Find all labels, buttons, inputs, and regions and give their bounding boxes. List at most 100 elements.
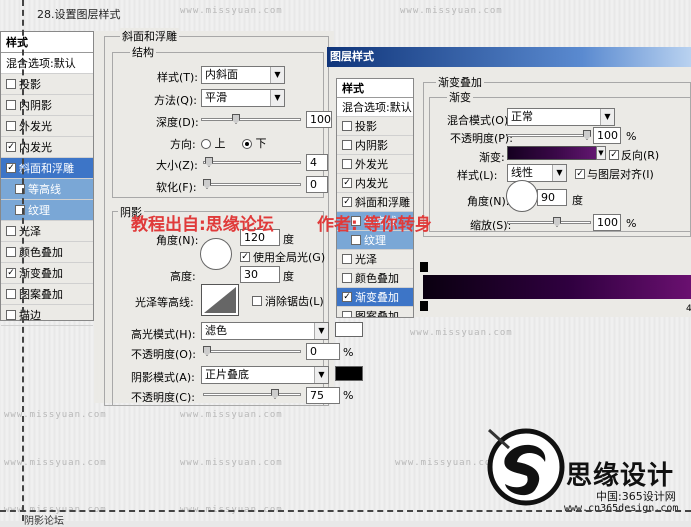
- dialog-styles-item[interactable]: 外发光: [337, 155, 413, 174]
- color-stop-icon[interactable]: [420, 262, 428, 272]
- checkbox-icon[interactable]: ✓: [6, 163, 16, 173]
- styles-list-item[interactable]: 图案叠加: [1, 284, 93, 305]
- angle-dial[interactable]: [200, 238, 232, 270]
- grad-scale-input[interactable]: 100: [593, 214, 621, 231]
- checkbox-icon[interactable]: ✓: [6, 268, 16, 278]
- depth-input[interactable]: 100: [306, 111, 332, 128]
- checkbox-icon[interactable]: [351, 235, 361, 245]
- grad-opacity-input[interactable]: 100: [593, 127, 621, 144]
- align-checkbox[interactable]: ✓ 与图层对齐(I): [575, 166, 654, 182]
- direction-down[interactable]: 下: [242, 135, 267, 151]
- grad-opacity-slider[interactable]: [507, 134, 591, 137]
- styles-list-item[interactable]: ✓ 渐变叠加: [1, 263, 93, 284]
- checkbox-icon[interactable]: [6, 100, 16, 110]
- style-label: 样式(T):: [157, 71, 199, 84]
- swirl-logo-icon: [487, 428, 565, 506]
- gradient-dropdown[interactable]: ▼: [596, 146, 606, 160]
- styles-list-item[interactable]: 内阴影: [1, 95, 93, 116]
- watermark: www.missyuan.com: [180, 458, 283, 468]
- bevel-style-select[interactable]: 内斜面 ▼: [201, 66, 285, 84]
- grad-scale-slider[interactable]: [507, 221, 591, 224]
- dialog-styles-item[interactable]: 投影: [337, 117, 413, 136]
- grad-blend-select[interactable]: 正常 ▼: [507, 108, 615, 126]
- shadow-opacity-slider[interactable]: [203, 393, 301, 396]
- opacity2-label: 不透明度(C):: [131, 391, 195, 404]
- styles-list-item[interactable]: 描边: [1, 305, 93, 326]
- dialog-styles-item[interactable]: ✓ 内发光: [337, 174, 413, 193]
- soften-input[interactable]: 0: [306, 176, 328, 193]
- depth-slider[interactable]: [201, 118, 301, 121]
- shadow-opacity-input[interactable]: 75: [306, 387, 340, 404]
- checkbox-icon[interactable]: [6, 79, 16, 89]
- color-stop-icon[interactable]: [420, 301, 428, 311]
- dashed-guide-vertical: [22, 0, 24, 521]
- checkbox-icon[interactable]: [6, 226, 16, 236]
- highlight-mode-select[interactable]: 滤色 ▼: [201, 322, 329, 340]
- gradient-editor-bar[interactable]: [423, 275, 691, 299]
- dialog-blend-options[interactable]: 混合选项:默认: [337, 98, 413, 117]
- grad-style-select[interactable]: 线性 ▼: [507, 164, 567, 182]
- styles-list-item[interactable]: 光泽: [1, 221, 93, 242]
- reverse-checkbox[interactable]: ✓ 反向(R): [609, 147, 659, 163]
- percent-sign: %: [626, 130, 637, 143]
- checkbox-icon[interactable]: [342, 254, 352, 264]
- gradient-picker[interactable]: [507, 146, 605, 160]
- styles-list-item[interactable]: 纹理: [1, 200, 93, 221]
- dialog-styles-item[interactable]: 颜色叠加: [337, 269, 413, 288]
- grad-angle-dial[interactable]: [506, 180, 538, 212]
- size-label: 大小(Z):: [156, 159, 198, 172]
- highlight-color-swatch[interactable]: [335, 322, 363, 337]
- checkbox-icon[interactable]: [6, 121, 16, 131]
- size-input[interactable]: 4: [306, 154, 328, 171]
- checkbox-icon[interactable]: [252, 296, 262, 306]
- grad-angle-input[interactable]: 90: [537, 189, 567, 206]
- radio-up[interactable]: [201, 139, 211, 149]
- dialog-styles-item[interactable]: 光泽: [337, 250, 413, 269]
- gloss-contour-picker[interactable]: [201, 284, 239, 316]
- checkbox-icon[interactable]: ✓: [575, 169, 585, 179]
- soften-slider[interactable]: [203, 183, 301, 186]
- checkbox-icon[interactable]: ✓: [609, 150, 619, 160]
- altitude-unit: 度: [283, 270, 294, 283]
- radio-down[interactable]: [242, 139, 252, 149]
- altitude-input[interactable]: 30: [240, 266, 280, 283]
- styles-list-item[interactable]: 颜色叠加: [1, 242, 93, 263]
- checkbox-icon[interactable]: ✓: [342, 292, 352, 302]
- styles-list-item-label: 等高线: [28, 182, 61, 196]
- checkbox-icon[interactable]: [6, 289, 16, 299]
- checkbox-icon[interactable]: [342, 121, 352, 131]
- antialias-checkbox[interactable]: 消除锯齿(L): [252, 293, 324, 309]
- technique-value: 平滑: [205, 91, 227, 104]
- technique-select[interactable]: 平滑 ▼: [201, 89, 285, 107]
- styles-list-item[interactable]: ✓ 斜面和浮雕: [1, 158, 93, 179]
- global-light-checkbox[interactable]: ✓ 使用全局光(G): [240, 249, 325, 265]
- styles-list-item[interactable]: ✓ 内发光: [1, 137, 93, 158]
- dialog-styles-item[interactable]: 内阴影: [337, 136, 413, 155]
- checkbox-icon[interactable]: ✓: [342, 178, 352, 188]
- styles-list-item[interactable]: 外发光: [1, 116, 93, 137]
- shadow-color-swatch[interactable]: [335, 366, 363, 381]
- checkbox-icon[interactable]: [6, 310, 16, 320]
- highlight-mode-label: 高光模式(H):: [131, 328, 196, 341]
- angle-unit: 度: [283, 233, 294, 246]
- shadow-mode-select[interactable]: 正片叠底 ▼: [201, 366, 329, 384]
- checkbox-icon[interactable]: ✓: [342, 197, 352, 207]
- checkbox-icon[interactable]: ✓: [240, 252, 250, 262]
- dialog-titlebar[interactable]: 图层样式: [327, 47, 691, 67]
- checkbox-icon[interactable]: ✓: [6, 142, 16, 152]
- blend-options-item[interactable]: 混合选项:默认: [1, 53, 93, 74]
- highlight-opacity-slider[interactable]: [203, 350, 301, 353]
- highlight-opacity-input[interactable]: 0: [306, 343, 340, 360]
- direction-up[interactable]: 上: [201, 135, 226, 151]
- checkbox-icon[interactable]: [342, 311, 352, 317]
- styles-list-item[interactable]: 等高线: [1, 179, 93, 200]
- watermark: www.missyuan.com: [410, 328, 513, 338]
- checkbox-icon[interactable]: [342, 140, 352, 150]
- dialog-styles-item[interactable]: 图案叠加: [337, 307, 413, 317]
- checkbox-icon[interactable]: [342, 273, 352, 283]
- checkbox-icon[interactable]: [6, 247, 16, 257]
- size-slider[interactable]: [203, 161, 301, 164]
- styles-list-item[interactable]: 投影: [1, 74, 93, 95]
- checkbox-icon[interactable]: [342, 159, 352, 169]
- dialog-styles-item[interactable]: ✓ 渐变叠加: [337, 288, 413, 307]
